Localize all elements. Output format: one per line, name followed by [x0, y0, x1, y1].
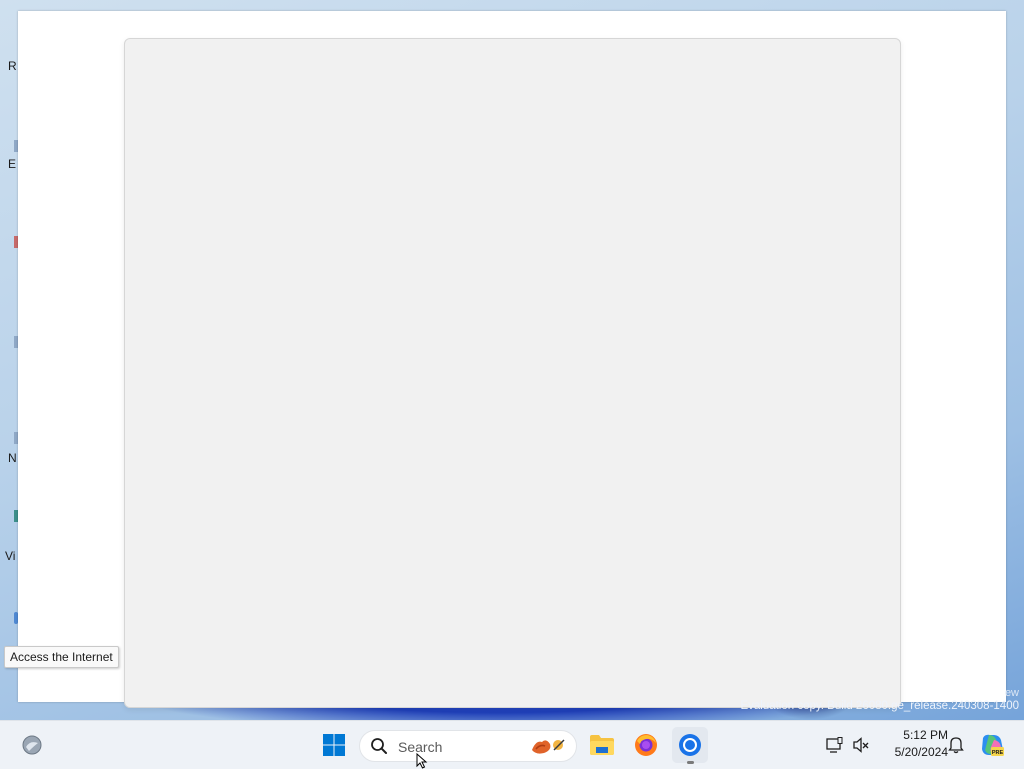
- clock-time: 5:12 PM: [903, 728, 948, 742]
- volume-button[interactable]: [846, 727, 876, 763]
- clock[interactable]: 5:12 PM 5/20/2024: [878, 727, 948, 761]
- folder-icon: [590, 735, 614, 755]
- tooltip: Access the Internet: [4, 646, 119, 668]
- evaluation-watermark: Evaluation copy. Build 26080.ge_release.…: [740, 700, 1019, 712]
- search-highlight-icon: [532, 739, 565, 754]
- notifications-button[interactable]: [942, 727, 970, 763]
- chrome-button[interactable]: [672, 727, 708, 763]
- file-explorer-button[interactable]: [584, 727, 620, 763]
- search-input[interactable]: [396, 736, 520, 758]
- desktop-icon-label[interactable]: N: [8, 451, 17, 465]
- widgets-button[interactable]: [14, 727, 50, 763]
- taskbar: 5:12 PM 5/20/2024 PRE: [0, 720, 1024, 769]
- windows-logo-icon: [323, 734, 345, 756]
- desktop-icon-label[interactable]: E: [8, 157, 16, 171]
- mouse-cursor-icon: [416, 753, 428, 769]
- copilot-icon: PRE: [982, 734, 1004, 756]
- volume-muted-icon: [853, 737, 869, 753]
- svg-text:PRE: PRE: [992, 750, 1004, 756]
- dialog-panel: [124, 38, 901, 708]
- start-button[interactable]: [316, 727, 352, 763]
- bell-icon: [948, 737, 964, 754]
- search-icon: [371, 738, 387, 754]
- active-indicator: [687, 761, 694, 764]
- copilot-button[interactable]: PRE: [975, 727, 1009, 763]
- desktop-icon-label[interactable]: Vi: [5, 549, 15, 563]
- firefox-icon: [635, 734, 657, 756]
- widgets-icon: [22, 735, 42, 755]
- taskbar-search[interactable]: [359, 730, 577, 762]
- desktop-icon-label[interactable]: R: [8, 59, 17, 73]
- network-icon: [826, 737, 843, 753]
- clock-date: 5/20/2024: [894, 745, 948, 759]
- firefox-button[interactable]: [628, 727, 664, 763]
- chrome-icon: [679, 734, 701, 756]
- watermark-fragment: ew: [1004, 687, 1019, 699]
